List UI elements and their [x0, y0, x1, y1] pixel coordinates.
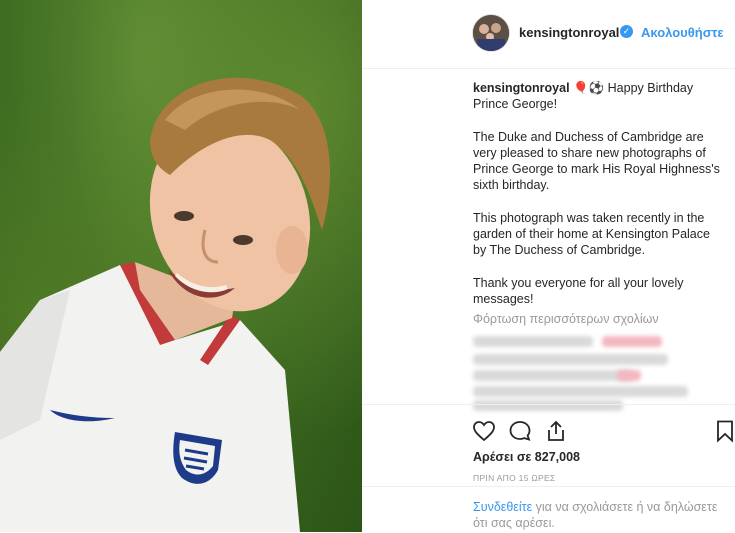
- verified-badge-icon: ✓: [620, 25, 633, 38]
- header-username[interactable]: kensingtonroyal: [519, 25, 619, 40]
- avatar-image: [473, 15, 509, 51]
- likes-count[interactable]: Αρέσει σε 827,008: [473, 450, 580, 464]
- photo-subject: [0, 77, 330, 532]
- heart-icon[interactable]: [472, 419, 496, 443]
- bookmark-icon[interactable]: [713, 419, 735, 443]
- follow-button[interactable]: Ακολουθήστε: [641, 25, 724, 40]
- post-caption: kensingtonroyal 🎈⚽ Happy Birthday Prince…: [473, 80, 723, 323]
- caption-paragraph: This photograph was taken recently in th…: [473, 210, 710, 258]
- caption-paragraph: Thank you everyone for all your lovely m…: [473, 275, 684, 306]
- caption-username[interactable]: kensingtonroyal: [473, 81, 570, 95]
- login-prompt: Συνδεθείτε για να σχολιάσετε ή να δηλώσε…: [473, 499, 723, 531]
- load-more-comments[interactable]: Φόρτωση περισσότερων σχολίων: [473, 312, 659, 326]
- avatar[interactable]: [472, 14, 510, 52]
- comment-footer: Συνδεθείτε για να σχολιάσετε ή να δηλώσε…: [362, 486, 735, 533]
- post-timestamp: ΠΡΙΝ ΑΠΟ 15 ΩΡΕΣ: [473, 473, 556, 483]
- blurred-comment: [617, 370, 641, 381]
- share-icon[interactable]: [544, 419, 568, 443]
- post-photo[interactable]: [0, 0, 362, 532]
- post-header: kensingtonroyal ✓ Ακολουθήστε: [362, 0, 735, 69]
- caption-emojis: 🎈⚽: [573, 81, 605, 95]
- blurred-comment: [473, 354, 668, 365]
- post-panel: kensingtonroyal ✓ Ακολουθήστε kensington…: [362, 0, 735, 532]
- login-link[interactable]: Συνδεθείτε: [473, 500, 532, 514]
- blurred-comment: [473, 370, 633, 381]
- caption-paragraph: The Duke and Duchess of Cambridge are ve…: [473, 129, 720, 193]
- comment-icon[interactable]: [508, 419, 532, 443]
- blurred-comment: [473, 336, 593, 347]
- action-bar: [362, 404, 735, 445]
- blurred-comment: [473, 386, 688, 397]
- blurred-comment: [602, 336, 662, 347]
